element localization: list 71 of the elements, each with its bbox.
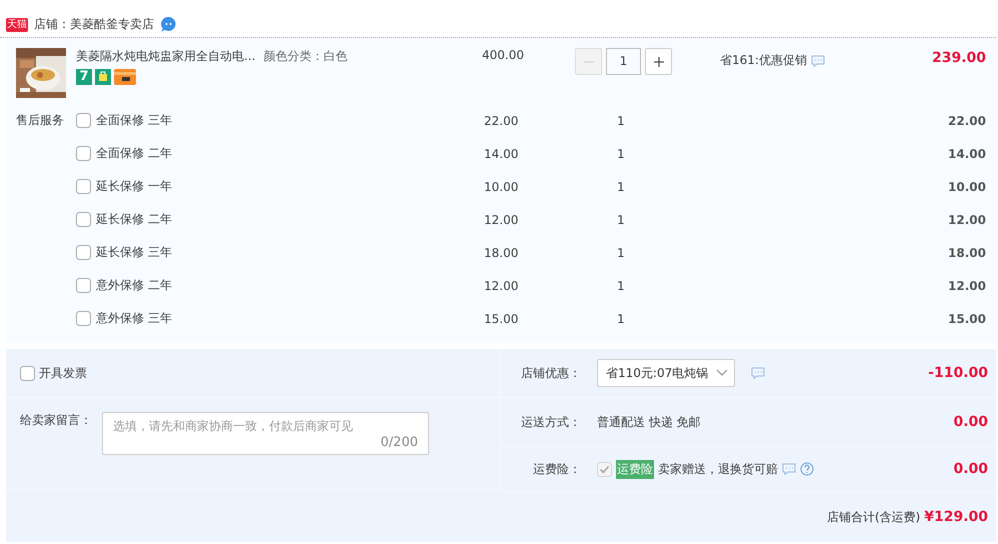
service-total: 12.00 bbox=[947, 278, 986, 292]
store-total-amount: ¥129.00 bbox=[924, 509, 988, 525]
checkbox[interactable] bbox=[76, 113, 91, 128]
return-badge: 7 bbox=[76, 69, 92, 85]
service-name: 延长保修 三年 bbox=[96, 244, 172, 261]
checkbox[interactable] bbox=[76, 311, 91, 326]
invoice-label: 开具发票 bbox=[39, 364, 87, 382]
service-quantity: 1 bbox=[616, 180, 626, 194]
shipping-label: 运送方式： bbox=[520, 414, 582, 430]
service-label: 售后服务 bbox=[16, 112, 65, 129]
service-price: 14.00 bbox=[483, 146, 520, 160]
checkbox[interactable] bbox=[76, 278, 91, 293]
service-price: 15.00 bbox=[483, 312, 520, 326]
chat-icon[interactable] bbox=[810, 54, 825, 66]
service-name: 全面保修 三年 bbox=[96, 112, 172, 129]
promotion-text: 省161:优惠促销 bbox=[720, 52, 807, 69]
chat-icon[interactable] bbox=[751, 367, 766, 379]
service-quantity: 1 bbox=[616, 312, 626, 326]
service-price: 12.00 bbox=[483, 212, 520, 226]
service-quantity: 1 bbox=[616, 212, 626, 226]
bag-icon bbox=[95, 69, 111, 85]
insurance-tag: 运费险 bbox=[616, 460, 654, 478]
card-icon bbox=[114, 69, 136, 85]
service-total: 22.00 bbox=[947, 114, 986, 128]
unit-price: 400.00 bbox=[481, 48, 525, 62]
product-title[interactable]: 美菱隔水炖电炖盅家用全自动电... bbox=[76, 48, 256, 65]
increment-button[interactable] bbox=[645, 48, 672, 75]
service-name: 延长保修 二年 bbox=[96, 211, 172, 228]
service-price: 10.00 bbox=[483, 180, 520, 194]
service-total: 18.00 bbox=[947, 246, 986, 260]
checkbox[interactable] bbox=[76, 245, 91, 260]
checkbox[interactable] bbox=[20, 366, 35, 380]
plus-icon bbox=[652, 56, 664, 68]
service-price: 22.00 bbox=[483, 114, 520, 128]
service-name: 意外保修 二年 bbox=[96, 277, 172, 294]
checkbox[interactable] bbox=[76, 146, 91, 161]
service-price: 12.00 bbox=[483, 278, 520, 292]
store-badge: 天猫 bbox=[6, 18, 28, 32]
service-name: 延长保修 一年 bbox=[96, 178, 172, 195]
service-total: 10.00 bbox=[947, 180, 986, 194]
store-name[interactable]: 店铺：美菱酷釜专卖店 bbox=[34, 16, 154, 33]
caret-icon bbox=[716, 369, 728, 377]
service-quantity: 1 bbox=[616, 114, 626, 128]
checkbox[interactable] bbox=[76, 212, 91, 227]
message-field[interactable]: 选填，请先和商家协商一致，付款后商家可见 0/200 bbox=[102, 412, 429, 455]
insurance-text: 卖家赠送，退换货可赔 bbox=[658, 460, 778, 478]
service-total: 12.00 bbox=[947, 212, 986, 226]
chat-icon[interactable] bbox=[782, 463, 796, 475]
shipping-method: 普通配送 快递 免邮 bbox=[597, 414, 702, 430]
service-quantity: 1 bbox=[616, 146, 626, 160]
item-total: 239.00 bbox=[930, 49, 986, 66]
insurance-label: 运费险： bbox=[532, 460, 582, 478]
shipping-amount: 0.00 bbox=[953, 414, 988, 430]
quantity-field[interactable]: 1 bbox=[606, 48, 641, 75]
service-quantity: 1 bbox=[616, 278, 626, 292]
service-name: 全面保修 二年 bbox=[96, 145, 172, 162]
product-variant: 颜色分类：白色 bbox=[263, 48, 348, 65]
insurance-amount: 0.00 bbox=[953, 461, 988, 477]
checkbox[interactable] bbox=[76, 179, 91, 194]
message-label: 给卖家留言： bbox=[20, 412, 92, 429]
chat-bubble-icon[interactable] bbox=[160, 16, 177, 33]
service-quantity: 1 bbox=[616, 246, 626, 260]
coupon-dropdown[interactable]: 省110元:07电炖锅 bbox=[597, 359, 736, 387]
service-price: 18.00 bbox=[483, 246, 520, 260]
coupon-amount: -110.00 bbox=[928, 365, 988, 381]
service-total: 14.00 bbox=[947, 146, 986, 160]
service-name: 意外保修 三年 bbox=[96, 310, 172, 327]
store-total-label: 店铺合计(含运费) bbox=[826, 508, 920, 526]
coupon-label: 店铺优惠： bbox=[520, 364, 582, 382]
service-total: 15.00 bbox=[947, 312, 986, 326]
help-icon[interactable] bbox=[800, 462, 814, 476]
